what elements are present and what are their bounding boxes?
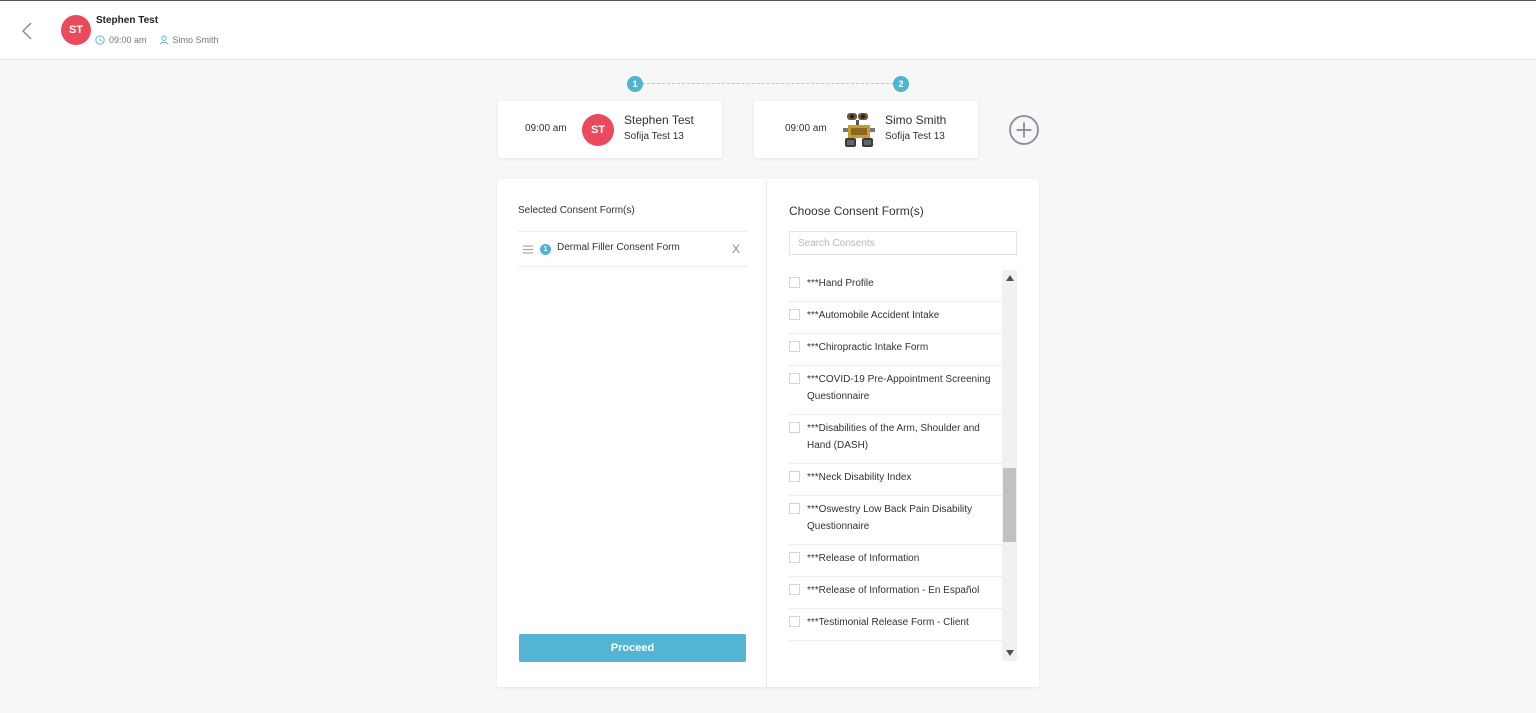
user-icon bbox=[159, 35, 169, 45]
consent-checkbox[interactable] bbox=[789, 277, 800, 288]
triangle-up-icon bbox=[1005, 275, 1014, 281]
client-avatar: ST bbox=[61, 15, 91, 45]
step-2[interactable]: 2 bbox=[893, 76, 909, 92]
appointment-card-service: Sofija Test 13 bbox=[885, 131, 945, 142]
consent-forms-card: Selected Consent Form(s) 1 Dermal Filler… bbox=[497, 179, 1039, 687]
appointment-card-service: Sofija Test 13 bbox=[624, 131, 684, 142]
appointment-card-avatar: ST bbox=[582, 114, 614, 146]
consent-list-item[interactable]: ***Release of Information bbox=[789, 545, 1002, 577]
clock-icon bbox=[95, 35, 105, 45]
step-1[interactable]: 1 bbox=[627, 76, 643, 92]
consent-list-item[interactable]: ***Neck Disability Index bbox=[789, 464, 1002, 496]
selected-consent-panel: Selected Consent Form(s) 1 Dermal Filler… bbox=[497, 179, 767, 687]
robot-avatar-icon bbox=[843, 113, 875, 147]
drag-handle-icon[interactable] bbox=[523, 245, 533, 254]
appointment-meta: 09:00 am Simo Smith bbox=[95, 35, 219, 45]
consent-checkbox[interactable] bbox=[789, 552, 800, 563]
appointment-card-name: Stephen Test bbox=[624, 113, 694, 127]
add-appointment-button[interactable] bbox=[1008, 114, 1040, 146]
proceed-button[interactable]: Proceed bbox=[519, 634, 746, 662]
appointment-header: ST Stephen Test 09:00 am Simo Smith bbox=[0, 1, 1536, 60]
scroll-down-button[interactable] bbox=[1002, 645, 1017, 661]
consent-list-item[interactable]: ***Testimonial Release Form - Client bbox=[789, 609, 1002, 641]
consent-list-scrollbar[interactable] bbox=[1002, 270, 1017, 661]
selected-consent-item[interactable]: 1 Dermal Filler Consent Form X bbox=[518, 231, 747, 267]
appointment-time: 09:00 am bbox=[109, 35, 147, 45]
consent-list-container: ***Hand Profile ***Automobile Accident I… bbox=[789, 270, 1017, 687]
consent-checkbox[interactable] bbox=[789, 471, 800, 482]
appointment-card-2[interactable]: 09:00 am Simo Smith Sofija Test 13 bbox=[754, 101, 978, 158]
search-consents-input[interactable] bbox=[789, 231, 1017, 255]
consent-item-label: ***Automobile Accident Intake bbox=[807, 310, 940, 321]
consent-item-label: ***Hand Profile bbox=[807, 278, 874, 289]
appointment-card-time: 09:00 am bbox=[525, 123, 567, 134]
consent-list-item[interactable]: ***Disabilities of the Arm, Shoulder and… bbox=[789, 415, 1002, 464]
consent-checkbox[interactable] bbox=[789, 503, 800, 514]
consent-checkbox[interactable] bbox=[789, 422, 800, 433]
stepper-line bbox=[642, 83, 894, 84]
client-name: Stephen Test bbox=[96, 15, 159, 26]
selected-consent-title: Selected Consent Form(s) bbox=[518, 205, 635, 216]
consent-list: ***Hand Profile ***Automobile Accident I… bbox=[789, 270, 1002, 641]
consent-item-label: ***COVID-19 Pre-Appointment Screening Qu… bbox=[807, 374, 991, 402]
consent-list-item[interactable]: ***Chiropractic Intake Form bbox=[789, 334, 1002, 366]
appointment-stepper: 1 2 bbox=[627, 76, 909, 92]
choose-consent-title: Choose Consent Form(s) bbox=[789, 204, 924, 218]
consent-list-item[interactable]: ***COVID-19 Pre-Appointment Screening Qu… bbox=[789, 366, 1002, 415]
consent-item-label: ***Release of Information bbox=[807, 553, 920, 564]
consent-item-label: ***Testimonial Release Form - Client bbox=[807, 617, 969, 628]
plus-circle-icon bbox=[1009, 115, 1039, 145]
consent-list-item[interactable]: ***Automobile Accident Intake bbox=[789, 302, 1002, 334]
appointment-card-1[interactable]: 09:00 am ST Stephen Test Sofija Test 13 bbox=[498, 101, 722, 158]
consent-checkbox[interactable] bbox=[789, 616, 800, 627]
appointment-card-time: 09:00 am bbox=[785, 123, 827, 134]
consent-item-label: ***Release of Information - En Español bbox=[807, 585, 980, 596]
order-number-badge: 1 bbox=[540, 244, 551, 255]
back-button[interactable] bbox=[18, 19, 38, 43]
scroll-up-button[interactable] bbox=[1002, 270, 1017, 286]
consent-checkbox[interactable] bbox=[789, 309, 800, 320]
consent-list-item[interactable]: ***Release of Information - En Español bbox=[789, 577, 1002, 609]
consent-item-label: ***Disabilities of the Arm, Shoulder and… bbox=[807, 423, 980, 451]
consent-checkbox[interactable] bbox=[789, 584, 800, 595]
consent-list-item[interactable]: ***Oswestry Low Back Pain Disability Que… bbox=[789, 496, 1002, 545]
staff-name: Simo Smith bbox=[172, 35, 219, 45]
consent-checkbox[interactable] bbox=[789, 373, 800, 384]
appointment-card-name: Simo Smith bbox=[885, 113, 947, 127]
selected-consent-label: Dermal Filler Consent Form bbox=[557, 242, 680, 253]
scrollbar-thumb[interactable] bbox=[1003, 468, 1016, 542]
consent-list-item[interactable]: ***Hand Profile bbox=[789, 270, 1002, 302]
consent-checkbox[interactable] bbox=[789, 341, 800, 352]
triangle-down-icon bbox=[1005, 650, 1014, 656]
consent-item-label: ***Oswestry Low Back Pain Disability Que… bbox=[807, 504, 973, 532]
remove-consent-button[interactable]: X bbox=[729, 242, 743, 256]
chevron-left-icon bbox=[22, 22, 32, 40]
consent-item-label: ***Neck Disability Index bbox=[807, 472, 912, 483]
consent-item-label: ***Chiropractic Intake Form bbox=[807, 342, 929, 353]
choose-consent-panel: Choose Consent Form(s) ***Hand Profile *… bbox=[767, 179, 1039, 687]
